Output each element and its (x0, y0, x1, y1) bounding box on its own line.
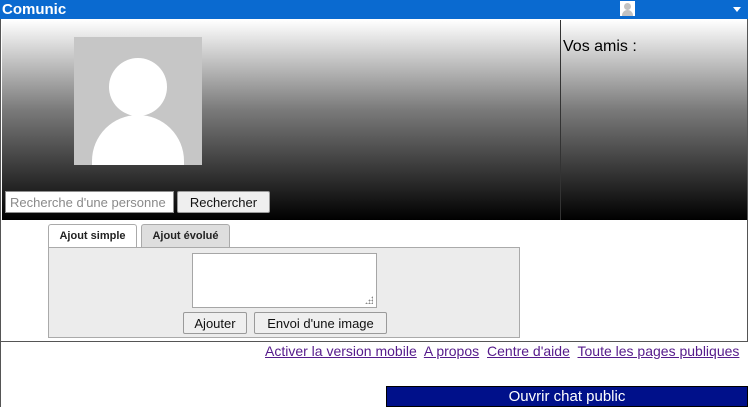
search-input[interactable] (5, 191, 174, 213)
add-post-button[interactable]: Ajouter (183, 312, 247, 334)
about-link[interactable]: A propos (424, 343, 479, 359)
search-button[interactable]: Rechercher (177, 191, 270, 213)
avatar-head-shape (109, 58, 167, 116)
tab-advanced-post[interactable]: Ajout évolué (141, 224, 230, 247)
help-center-link[interactable]: Centre d'aide (487, 343, 570, 359)
profile-photo[interactable] (74, 37, 202, 165)
post-composer-panel: Ajouter Envoi d'une image (48, 247, 520, 338)
friends-panel: Vos amis : (560, 20, 747, 220)
mobile-version-link[interactable]: Activer la version mobile (265, 343, 417, 359)
post-textarea[interactable] (192, 253, 377, 308)
resize-grip-icon[interactable] (365, 296, 373, 304)
profile-header: Rechercher (2, 20, 560, 220)
app-title[interactable]: Comunic (2, 1, 66, 18)
public-pages-link[interactable]: Toute les pages publiques (578, 343, 740, 359)
page-left-border (0, 341, 1, 407)
footer-links: Activer la version mobile A propos Centr… (265, 343, 743, 359)
upload-image-button[interactable]: Envoi d'une image (254, 312, 387, 334)
chevron-down-icon[interactable] (733, 7, 741, 12)
chat-bar-label: Ouvrir chat public (508, 388, 626, 405)
avatar-body-shape (92, 115, 184, 165)
open-public-chat-button[interactable]: Ouvrir chat public (386, 386, 748, 407)
friends-title: Vos amis : (563, 38, 637, 55)
tab-simple-post[interactable]: Ajout simple (48, 224, 137, 247)
top-bar: Comunic (0, 0, 748, 19)
user-avatar-icon[interactable] (620, 1, 635, 16)
